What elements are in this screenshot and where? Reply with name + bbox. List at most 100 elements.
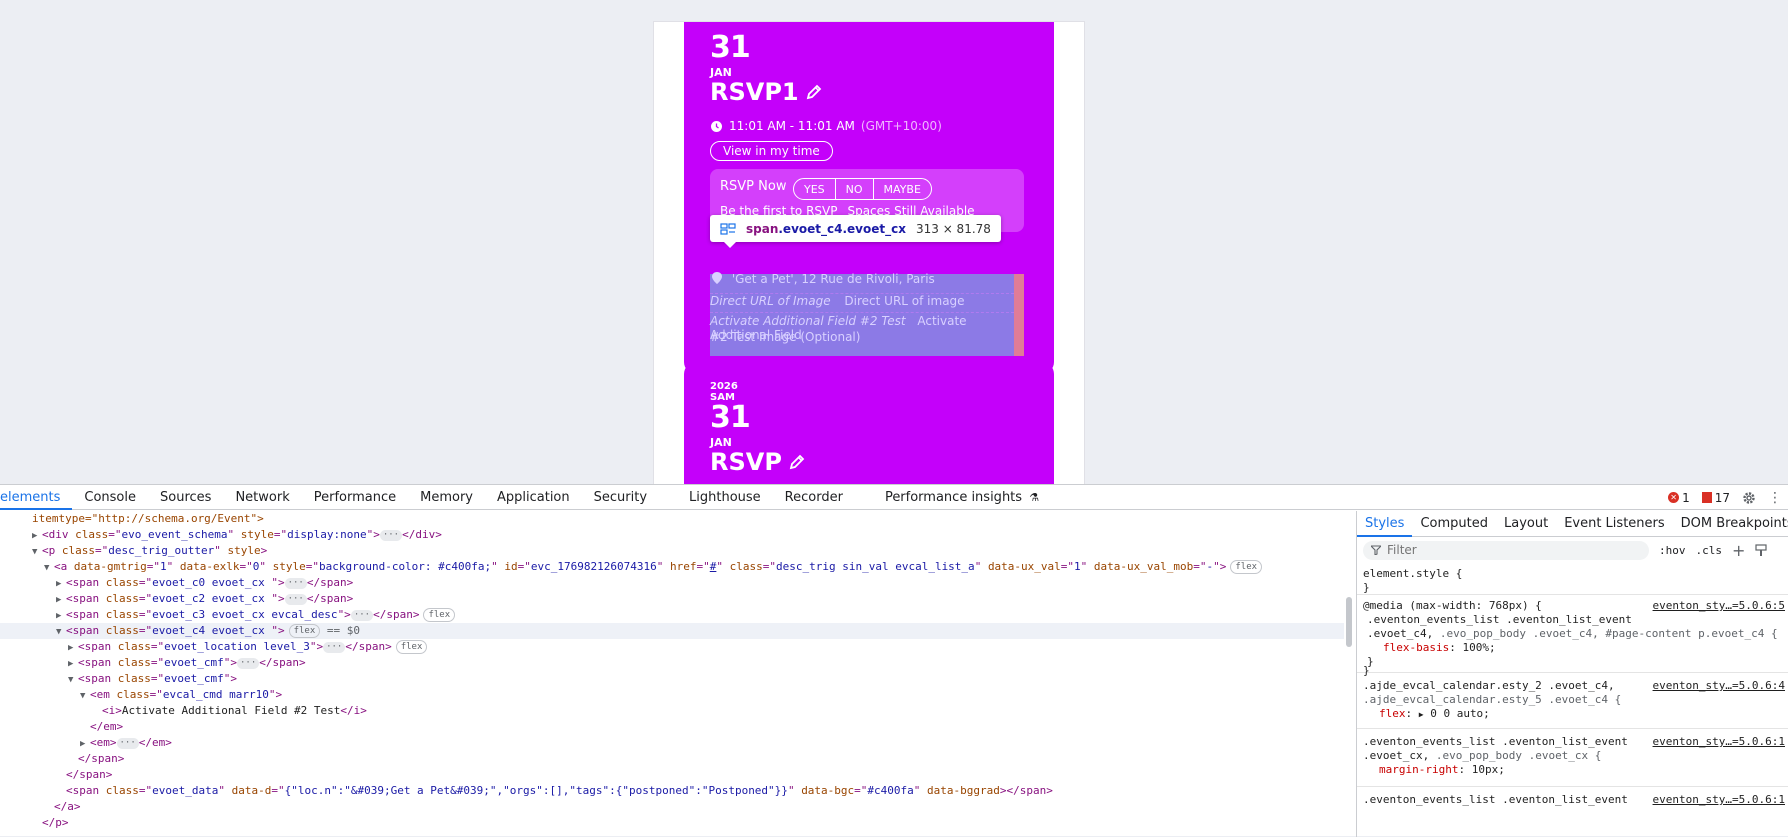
dom-line[interactable]: ▶ <span class="evoet_c3 evoet_cx evcal_de… xyxy=(0,607,1344,623)
elements-tree[interactable]: itemtype="http://schema.org/Event"> ▶ <di… xyxy=(0,511,1344,837)
tab-computed[interactable]: Computed xyxy=(1412,511,1496,537)
tab-memory[interactable]: Memory xyxy=(408,485,485,510)
rule-selector: element.style { xyxy=(1363,567,1463,580)
paint-brush-icon[interactable] xyxy=(1755,543,1768,557)
dom-line[interactable]: itemtype="http://schema.org/Event"> xyxy=(0,511,1344,527)
media-close: } xyxy=(1363,664,1370,677)
rule-source-link[interactable]: eventon_sty…=5.0.6:1 xyxy=(1653,793,1785,807)
rsvp-maybe-button[interactable]: MAYBE xyxy=(874,179,931,199)
tab-event-listeners[interactable]: Event Listeners xyxy=(1556,511,1672,537)
dom-line[interactable]: </em> xyxy=(0,719,1344,735)
flex-badge[interactable]: flex xyxy=(423,608,456,622)
class-toggle-button[interactable]: .cls xyxy=(1696,544,1723,557)
dom-line[interactable]: <span class="evoet_data" data-d="{"loc.n… xyxy=(0,783,1344,799)
highlighted-span-evoet-c4[interactable]: 'Get a Pet', 12 Rue de Rivoli, Paris Dir… xyxy=(710,272,1024,356)
event-card-rsvp[interactable]: 2026 SAM 31 JAN RSVP xyxy=(684,362,1054,484)
dom-line[interactable]: ▶ <em> ··· </em> xyxy=(0,735,1344,751)
pencil-icon[interactable] xyxy=(805,83,823,101)
tab-elements[interactable]: elements xyxy=(0,485,73,510)
tab-layout[interactable]: Layout xyxy=(1496,511,1556,537)
rule-element-style[interactable]: element.style { } xyxy=(1357,567,1788,595)
rule-source-link[interactable]: eventon_sty…=5.0.6:4 xyxy=(1653,679,1785,693)
rsvp-now-label: RSVP Now xyxy=(720,179,787,194)
dom-line[interactable]: ▶ <span class="evoet_c0 evoet_cx "> ··· </s… xyxy=(0,575,1344,591)
devtools-panel: elements Console Sources Network Perform… xyxy=(0,484,1788,837)
dom-line[interactable]: <i>Activate Additional Field #2 Test</i> xyxy=(0,703,1344,719)
dom-line[interactable]: ▶ <div class="evo_event_schema" style="di… xyxy=(0,527,1344,543)
flex-badge[interactable]: flex xyxy=(1230,560,1263,574)
event-card-rsvp1[interactable]: 31 JAN RSVP1 11:01 AM - 11:01 AM (GMT+10… xyxy=(684,22,1054,374)
rule-declaration[interactable]: margin-right: 10px; xyxy=(1379,763,1505,777)
event-title: RSVP xyxy=(710,448,806,476)
tab-sources[interactable]: Sources xyxy=(148,485,223,510)
dom-line-selected[interactable]: ▼ <span class="evoet_c4 evoet_cx "> flex =… xyxy=(0,623,1344,639)
error-icon: ✕ xyxy=(1668,492,1680,503)
flex-layout-icon xyxy=(720,222,736,235)
rsvp-yes-button[interactable]: YES xyxy=(794,179,836,199)
tooltip-tag: span xyxy=(746,221,779,236)
flex-badge[interactable]: flex xyxy=(395,640,428,654)
rule-close: } xyxy=(1363,581,1370,594)
custom-field-2-label: Activate Additional Field #2 Test xyxy=(710,314,906,328)
dom-line[interactable]: </span> xyxy=(0,767,1344,783)
event-day: 31 xyxy=(710,400,751,435)
more-options-icon[interactable]: ⋮ xyxy=(1768,490,1782,506)
elements-scrollbar[interactable] xyxy=(1346,597,1352,647)
error-counter[interactable]: ✕ 1 xyxy=(1668,491,1690,505)
settings-gear-icon[interactable] xyxy=(1742,491,1756,505)
tab-performance-insights[interactable]: Performance insights ⚗ xyxy=(873,485,1051,510)
event-time: 11:01 AM - 11:01 AM xyxy=(729,119,855,133)
filter-icon xyxy=(1371,545,1381,555)
tab-console[interactable]: Console xyxy=(72,485,148,510)
rule-partial[interactable]: .eventon_events_list .eventon_list_event… xyxy=(1357,789,1788,819)
styles-sidebar: Styles Computed Layout Event Listeners D… xyxy=(1356,511,1788,837)
tab-application[interactable]: Application xyxy=(485,485,582,510)
event-location-text: 'Get a Pet', 12 Rue de Rivoli, Paris xyxy=(731,272,935,286)
dom-line[interactable]: ▼ <a data-gmtrig="1" data-exlk="0" style=… xyxy=(0,559,1344,575)
tab-recorder[interactable]: Recorder xyxy=(773,485,873,510)
view-in-my-time-button[interactable]: View in my time xyxy=(710,141,833,161)
rsvp-no-button[interactable]: NO xyxy=(836,179,874,199)
dom-line[interactable]: </p> xyxy=(0,815,1344,831)
dom-line[interactable]: ▶ <span class="evoet_cmf"> ··· </span> xyxy=(0,655,1344,671)
inspect-tooltip: span.evoet_c4.evoet_cx 313 × 81.78 xyxy=(710,215,1001,248)
tab-dom-breakpoints[interactable]: DOM Breakpoints xyxy=(1673,511,1788,537)
rule-media-flex-basis[interactable]: @media (max-width: 768px) { eventon_sty…… xyxy=(1357,597,1788,677)
tooltip-dimensions: 313 × 81.78 xyxy=(915,221,991,236)
rule-source-link[interactable]: eventon_sty…=5.0.6:5 xyxy=(1653,599,1785,613)
warning-counter[interactable]: 17 xyxy=(1701,491,1730,505)
devtools-tabbar-right: ✕ 1 17 ⋮ xyxy=(1668,485,1782,510)
hover-state-button[interactable]: :hov xyxy=(1659,544,1686,557)
dom-line[interactable]: ▶ <span class="evoet_c2 evoet_cx "> ··· </s… xyxy=(0,591,1344,607)
styles-filter-input[interactable] xyxy=(1387,543,1627,557)
tab-network[interactable]: Network xyxy=(223,485,301,510)
event-title: RSVP1 xyxy=(710,78,823,106)
custom-field-1-label: Direct URL of Image xyxy=(710,294,831,308)
dom-line[interactable]: ▼ <em class="evcal_cmd marr10"> xyxy=(0,687,1344,703)
rule-margin-right[interactable]: .eventon_events_list .eventon_list_event… xyxy=(1357,731,1788,787)
dom-line[interactable]: ▼ <span class="evoet_cmf"> xyxy=(0,671,1344,687)
dom-line[interactable]: ▶ <span class="evoet_location level_3"> ··… xyxy=(0,639,1344,655)
event-time-row: 11:01 AM - 11:01 AM (GMT+10:00) xyxy=(710,119,942,133)
dom-line[interactable]: ▼ <p class="desc_trig_outter" style> xyxy=(0,543,1344,559)
custom-field-2-value-cont: #2 Test Image (Optional) xyxy=(710,330,861,344)
styles-filter[interactable] xyxy=(1363,540,1649,560)
rule-declaration[interactable]: flex-basis: 100%; xyxy=(1383,641,1496,655)
dom-line[interactable]: </span> xyxy=(0,751,1344,767)
add-rule-icon[interactable]: + xyxy=(1732,541,1745,560)
rule-source-link[interactable]: eventon_sty…=5.0.6:1 xyxy=(1653,735,1785,749)
rule-declaration[interactable]: flex: ▶ 0 0 auto; xyxy=(1379,707,1490,722)
rule-selector: .evoet_cx, .evo_pop_body .evoet_cx { xyxy=(1363,749,1602,762)
flex-badge[interactable]: flex xyxy=(288,624,321,638)
pencil-icon[interactable] xyxy=(788,453,806,471)
tab-performance[interactable]: Performance xyxy=(302,485,408,510)
dom-line[interactable]: </a> xyxy=(0,799,1344,815)
rule-flex[interactable]: .ajde_evcal_calendar.esty_2 .evoet_c4, e… xyxy=(1357,677,1788,729)
tab-styles[interactable]: Styles xyxy=(1357,511,1413,537)
tooltip-arrow xyxy=(724,242,736,248)
tab-security[interactable]: Security xyxy=(582,485,677,510)
rule-selector: .ajde_evcal_calendar.esty_2 .evoet_c4, xyxy=(1363,679,1615,692)
styles-filter-row: :hov .cls + xyxy=(1357,537,1788,563)
tooltip-classes: .evoet_c4.evoet_cx xyxy=(778,221,906,236)
tab-lighthouse[interactable]: Lighthouse xyxy=(677,485,773,510)
